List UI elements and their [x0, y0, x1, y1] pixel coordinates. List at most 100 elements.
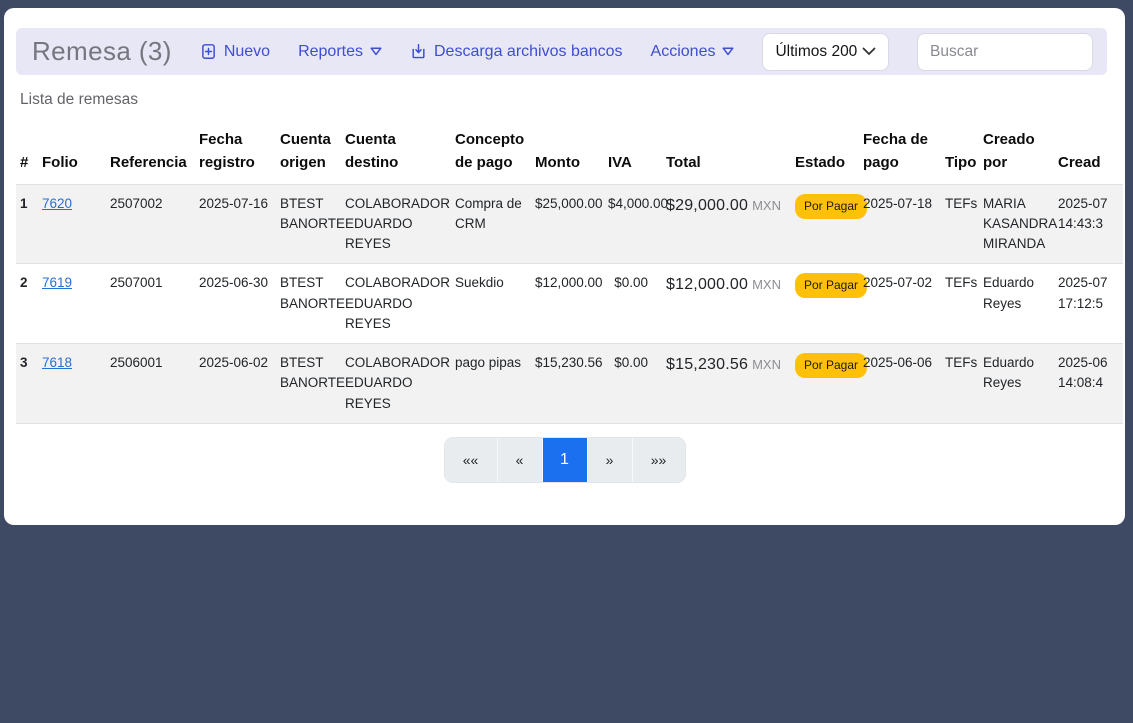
limit-select[interactable]: Últimos 200: [762, 33, 889, 71]
currency-label: MXN: [752, 277, 781, 292]
cell-cuenta-destino: COLABORADOR EDUARDO REYES: [341, 184, 451, 264]
cell-referencia: 2507002: [106, 184, 195, 264]
caret-down-icon: [722, 47, 734, 56]
pagination-page-1-button[interactable]: 1: [542, 438, 587, 482]
acciones-dropdown[interactable]: Acciones: [651, 43, 735, 61]
row-number: 3: [16, 344, 38, 424]
download-icon: [410, 43, 427, 60]
cell-fecha-pago: 2025-07-18: [859, 184, 941, 264]
col-header-total: Total: [662, 122, 791, 184]
creado-fecha: 2025-07: [1058, 273, 1123, 293]
row-number: 2: [16, 264, 38, 344]
cell-tipo: TEFs: [941, 264, 979, 344]
cell-referencia: 2506001: [106, 344, 195, 424]
app-background: { "colors": { "background": "#3e4a63", "…: [0, 0, 1133, 723]
cell-creado: 2025-07 17:12:5: [1054, 264, 1123, 344]
col-header-monto: Monto: [531, 122, 604, 184]
cell-fecha-registro: 2025-06-02: [195, 344, 276, 424]
folio-link[interactable]: 7619: [42, 275, 72, 290]
cell-monto: $25,000.00: [531, 184, 604, 264]
list-title: Lista de remesas: [20, 91, 1125, 109]
cell-monto: $12,000.00: [531, 264, 604, 344]
pagination-group: «« « 1 » »»: [445, 438, 685, 482]
table-row: 3 7618 2506001 2025-06-02 BTEST BANORTE …: [16, 344, 1123, 424]
total-amount: $15,230.56: [666, 356, 748, 373]
file-plus-icon: [200, 43, 217, 60]
cell-concepto: Compra de CRM: [451, 184, 531, 264]
cell-creado: 2025-06 14:08:4: [1054, 344, 1123, 424]
cell-fecha-registro: 2025-06-30: [195, 264, 276, 344]
folio-link[interactable]: 7620: [42, 196, 72, 211]
cell-creado: 2025-07 14:43:3: [1054, 184, 1123, 264]
cell-cuenta-destino: COLABORADOR EDUARDO REYES: [341, 344, 451, 424]
col-header-referencia: Referencia: [106, 122, 195, 184]
cell-concepto: Suekdio: [451, 264, 531, 344]
search-input[interactable]: [917, 33, 1093, 71]
col-header-concepto: Concepto de pago: [451, 122, 531, 184]
cell-creado-por: MARIA KASANDRA MIRANDA: [979, 184, 1054, 264]
descarga-archivos-button[interactable]: Descarga archivos bancos: [410, 43, 623, 61]
cell-fecha-pago: 2025-07-02: [859, 264, 941, 344]
chevron-down-icon: [862, 43, 876, 61]
cell-cuenta-destino: COLABORADOR EDUARDO REYES: [341, 264, 451, 344]
table-row: 1 7620 2507002 2025-07-16 BTEST BANORTE …: [16, 184, 1123, 264]
pagination-prev-button[interactable]: «: [497, 438, 542, 482]
creado-hora: 14:43:3: [1058, 214, 1123, 234]
cell-estado: Por Pagar: [791, 184, 859, 264]
status-badge: Por Pagar: [795, 194, 867, 219]
col-header-creado-por: Creado por: [979, 122, 1054, 184]
creado-fecha: 2025-07: [1058, 194, 1123, 214]
cell-total: $29,000.00 MXN: [662, 184, 791, 264]
table-row: 2 7619 2507001 2025-06-30 BTEST BANORTE …: [16, 264, 1123, 344]
col-header-fecha-pago: Fecha de pago: [859, 122, 941, 184]
remesas-table-wrap: # Folio Referencia Fecha registro Cuenta…: [16, 122, 1123, 424]
cell-cuenta-origen: BTEST BANORTE: [276, 264, 341, 344]
total-amount: $29,000.00: [666, 197, 748, 214]
cell-fecha-registro: 2025-07-16: [195, 184, 276, 264]
col-header-num: #: [16, 122, 38, 184]
pagination-next-button[interactable]: »: [587, 438, 632, 482]
cell-iva: $4,000.00: [604, 184, 662, 264]
status-badge: Por Pagar: [795, 353, 867, 378]
content-card: Remesa (3) Nuevo Reportes: [4, 8, 1125, 525]
col-header-cuenta-origen: Cuenta origen: [276, 122, 341, 184]
creado-hora: 14:08:4: [1058, 373, 1123, 393]
toolbar: Remesa (3) Nuevo Reportes: [16, 28, 1107, 75]
cell-estado: Por Pagar: [791, 264, 859, 344]
cell-estado: Por Pagar: [791, 344, 859, 424]
pagination: «« « 1 » »»: [4, 438, 1125, 482]
creado-hora: 17:12:5: [1058, 294, 1123, 314]
cell-tipo: TEFs: [941, 344, 979, 424]
col-header-iva: IVA: [604, 122, 662, 184]
caret-down-icon: [370, 47, 382, 56]
new-button-label: Nuevo: [224, 43, 270, 61]
cell-monto: $15,230.56: [531, 344, 604, 424]
status-badge: Por Pagar: [795, 273, 867, 298]
col-header-cuenta-destino: Cuenta destino: [341, 122, 451, 184]
new-button[interactable]: Nuevo: [200, 43, 270, 61]
col-header-estado: Estado: [791, 122, 859, 184]
pagination-first-button[interactable]: ««: [445, 438, 497, 482]
cell-iva: $0.00: [604, 344, 662, 424]
total-amount: $12,000.00: [666, 276, 748, 293]
row-number: 1: [16, 184, 38, 264]
page-title: Remesa (3): [32, 36, 172, 67]
col-header-creado: Cread: [1054, 122, 1123, 184]
col-header-folio: Folio: [38, 122, 106, 184]
table-header-row: # Folio Referencia Fecha registro Cuenta…: [16, 122, 1123, 184]
cell-fecha-pago: 2025-06-06: [859, 344, 941, 424]
cell-cuenta-origen: BTEST BANORTE: [276, 184, 341, 264]
currency-label: MXN: [752, 357, 781, 372]
col-header-tipo: Tipo: [941, 122, 979, 184]
cell-total: $12,000.00 MXN: [662, 264, 791, 344]
currency-label: MXN: [752, 198, 781, 213]
cell-tipo: TEFs: [941, 184, 979, 264]
acciones-dropdown-label: Acciones: [651, 43, 716, 61]
reportes-dropdown[interactable]: Reportes: [298, 43, 382, 61]
reportes-dropdown-label: Reportes: [298, 43, 363, 61]
pagination-last-button[interactable]: »»: [632, 438, 685, 482]
cell-creado-por: Eduardo Reyes: [979, 344, 1054, 424]
limit-select-value: Últimos 200: [775, 43, 857, 61]
col-header-fecha-registro: Fecha registro: [195, 122, 276, 184]
folio-link[interactable]: 7618: [42, 355, 72, 370]
